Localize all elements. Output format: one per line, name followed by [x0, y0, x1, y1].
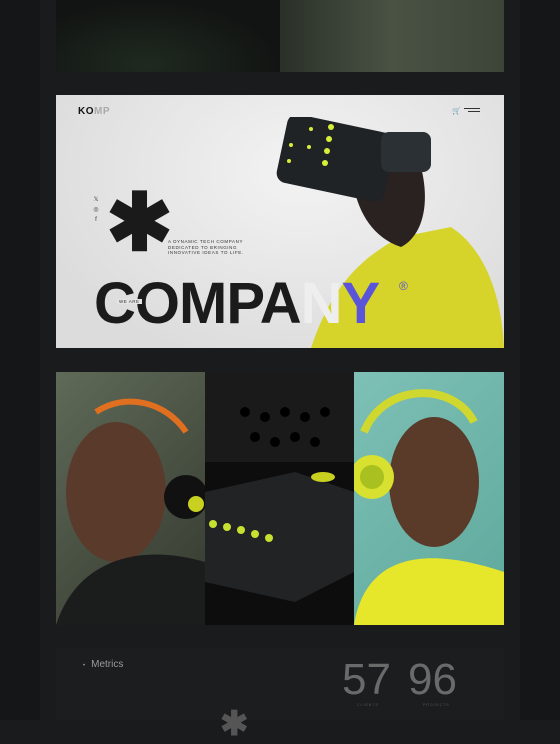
preview-image-person: [280, 0, 504, 72]
stat-clients-label: CLIENTS: [357, 703, 379, 707]
we-are-label: WE ARE: [117, 299, 142, 304]
tagline: A DYNAMIC TECH COMPANY DEDICATED TO BRIN…: [168, 239, 244, 255]
hero-section: KOMP 🛒 𝕏 ◎ f ✱ A DYNAMIC TECH COMPANY DE…: [56, 95, 504, 348]
stat-projects-label: PROJECTS: [423, 703, 450, 707]
photo-woman-yellow-headphones: [354, 372, 504, 625]
asterisk-icon: ✱: [106, 178, 174, 267]
stat-projects-value: 96: [408, 655, 457, 704]
metrics-section: • Metrics 57 CLIENTS 96 PROJECTS ✱: [56, 648, 504, 743]
asterisk-icon: ✱: [220, 705, 249, 743]
background-band: [0, 0, 40, 720]
x-icon[interactable]: 𝕏: [92, 195, 100, 205]
headline: COMPANY: [94, 271, 380, 336]
logo[interactable]: KOMP: [78, 106, 110, 117]
menu-icon[interactable]: [464, 108, 480, 114]
social-links: 𝕏 ◎ f: [92, 195, 100, 225]
background-band: [520, 0, 560, 720]
registered-mark: ®: [399, 279, 408, 293]
cart-icon[interactable]: 🛒: [452, 107, 461, 115]
stat-clients-value: 57: [342, 655, 391, 704]
instagram-icon[interactable]: ◎: [92, 205, 100, 215]
photo-man-headphones: [56, 372, 205, 625]
photo-speaker-device: [205, 372, 354, 625]
preview-image-dark: [56, 0, 280, 72]
facebook-icon[interactable]: f: [92, 215, 100, 225]
metrics-label: • Metrics: [83, 659, 124, 670]
